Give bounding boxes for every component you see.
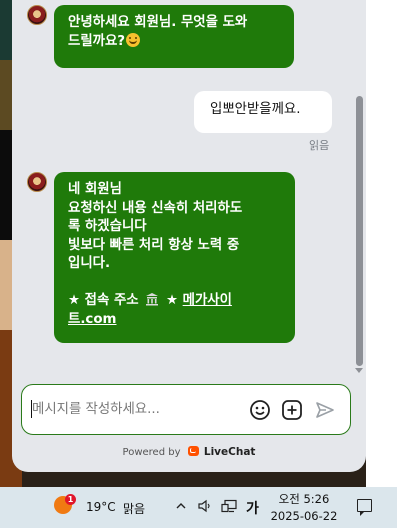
- agent-message: 네 회원님 요청하신 내용 신속히 처리하도 록 하겠습니다 빛보다 빠른 처리…: [54, 172, 295, 343]
- message-line: 네 회원님: [68, 182, 122, 197]
- network-icon[interactable]: [221, 499, 238, 514]
- agent-avatar: [27, 172, 47, 192]
- agent-avatar: [27, 5, 47, 25]
- message-text: 입뽀안받을께요.: [210, 102, 301, 117]
- emoji-icon[interactable]: [249, 399, 271, 421]
- text-caret: [31, 400, 32, 418]
- message-input[interactable]: [32, 397, 232, 421]
- livechat-logo-icon: [187, 446, 199, 456]
- message-scrollbar[interactable]: [353, 0, 366, 378]
- message-line: 요청하신 내용 신속히 처리하도: [68, 200, 243, 216]
- speaker-icon[interactable]: [197, 499, 213, 513]
- message-list: 안녕하세요 회원님. 무엇을 도와 드릴까요? 입뽀안받을께요. 읽음 네 회원…: [12, 0, 352, 378]
- background-page-right: [366, 0, 397, 487]
- address-label: ★ 접속 주소: [68, 293, 139, 308]
- livechat-widget: 안녕하세요 회원님. 무엇을 도와 드릴까요? 입뽀안받을께요. 읽음 네 회원…: [12, 0, 366, 472]
- user-message: 입뽀안받을께요.: [194, 91, 332, 133]
- message-composer: [21, 384, 351, 435]
- clock-time[interactable]: 오전 5:26: [278, 491, 330, 507]
- message-line: 안녕하세요 회원님. 무엇을 도와: [68, 15, 248, 30]
- building-icon: [146, 293, 159, 306]
- clock-date[interactable]: 2025-06-22: [268, 509, 340, 523]
- scroll-down-arrow-icon[interactable]: [355, 368, 363, 373]
- ime-indicator[interactable]: 가: [246, 498, 259, 518]
- livechat-brand: LiveChat: [203, 446, 256, 458]
- chevron-up-icon[interactable]: [175, 500, 187, 512]
- notification-center-icon[interactable]: [357, 499, 372, 516]
- add-attachment-icon[interactable]: [281, 399, 303, 421]
- powered-by-text: Powered by: [122, 447, 181, 458]
- site-link[interactable]: 메가사이: [183, 293, 232, 308]
- smiling-face-emoji-icon: [126, 32, 141, 47]
- site-link-continued[interactable]: 트.com: [68, 312, 117, 327]
- weather-condition[interactable]: 맑음: [123, 500, 145, 517]
- message-line: 빛보다 빠른 처리 항상 노력 중: [68, 237, 240, 253]
- message-line: 입니다.: [68, 256, 111, 271]
- powered-by-livechat[interactable]: Powered by LiveChat: [12, 446, 366, 458]
- weather-temperature[interactable]: 19°C: [86, 500, 116, 514]
- message-line: 드릴까요?: [68, 33, 126, 49]
- read-receipt: 읽음: [309, 139, 330, 152]
- scrollbar-thumb[interactable]: [356, 96, 363, 366]
- weather-badge: 1: [65, 494, 76, 505]
- message-line: 록 하겠습니다: [68, 219, 147, 234]
- star-mark: ★: [165, 293, 178, 308]
- send-icon[interactable]: [314, 399, 336, 421]
- agent-message: 안녕하세요 회원님. 무엇을 도와 드릴까요?: [54, 5, 294, 68]
